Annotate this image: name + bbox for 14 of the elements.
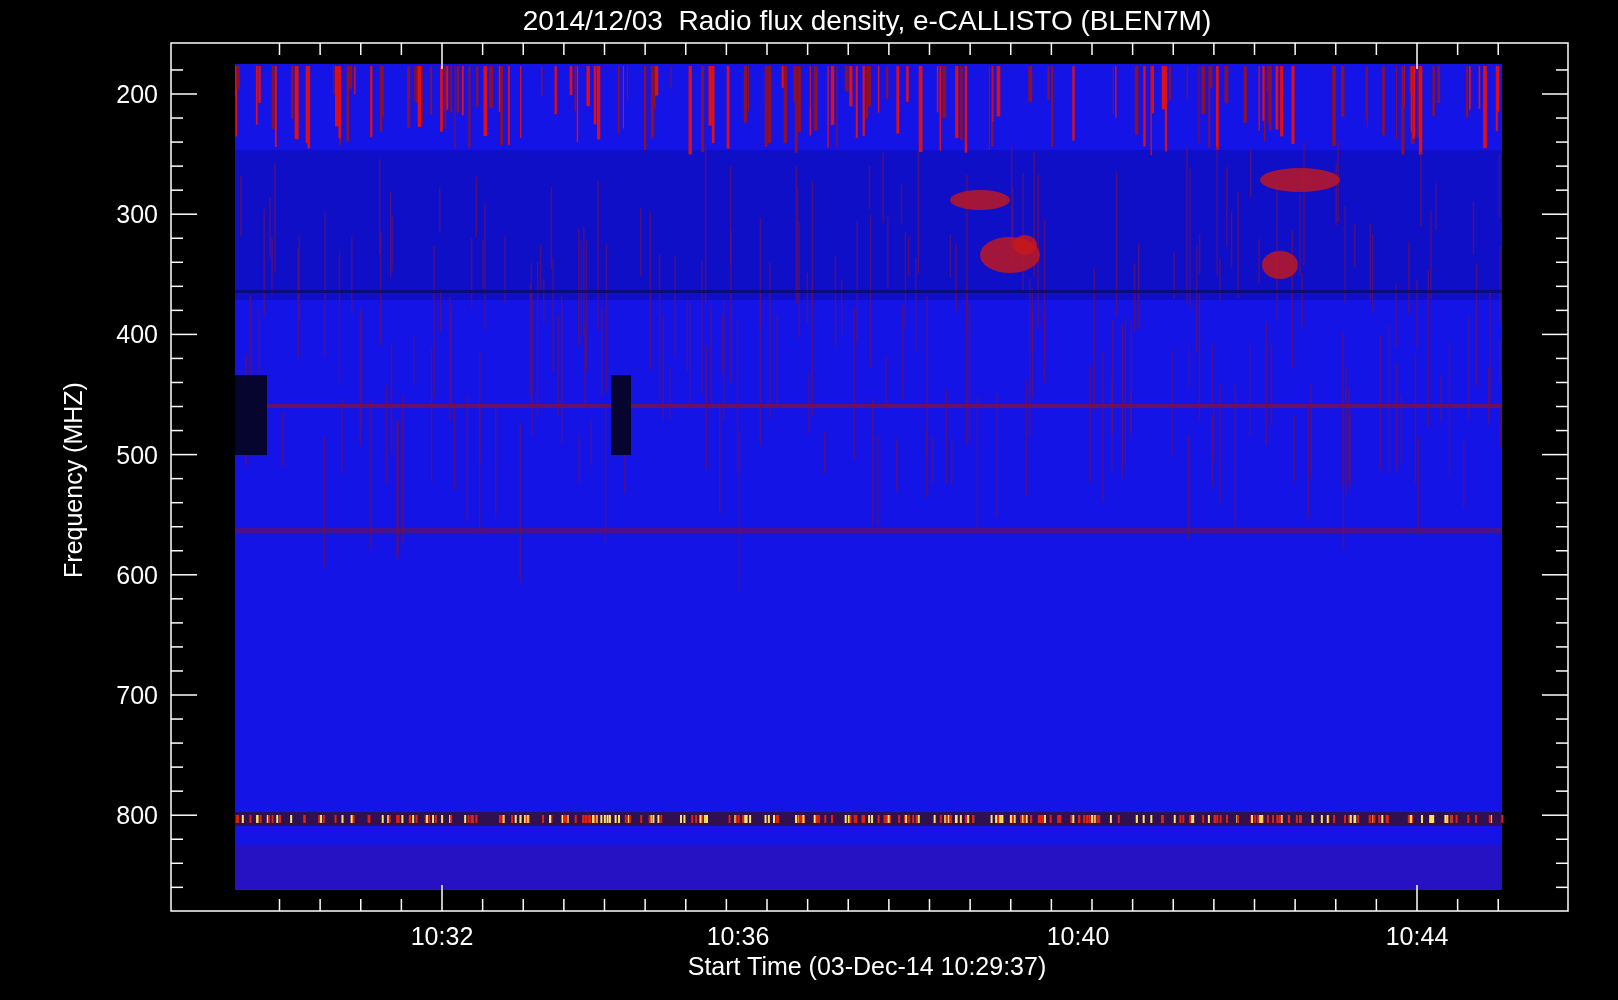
x-tick-label: 10:44	[1385, 922, 1449, 950]
x-tick-label: 10:32	[410, 922, 474, 950]
y-tick-label: 200	[116, 80, 158, 108]
y-tick-label: 400	[116, 320, 158, 349]
chart-title: 2014/12/03 Radio flux density, e-CALLISTO (BLEN7M)	[522, 5, 1212, 36]
y-tick-label: 300	[116, 200, 158, 229]
x-axis-label: Start Time (03-Dec-14 10:29:37)	[687, 952, 1047, 980]
y-tick-label: 500	[116, 440, 158, 469]
x-tick-label: 10:40	[1046, 922, 1110, 950]
x-tick-label: 10:36	[706, 922, 770, 950]
y-axis-label: Frequency (MHZ)	[59, 382, 87, 578]
y-tick-label: 800	[116, 801, 158, 830]
y-tick-label: 600	[116, 560, 158, 589]
y-tick-label: 700	[116, 681, 158, 709]
